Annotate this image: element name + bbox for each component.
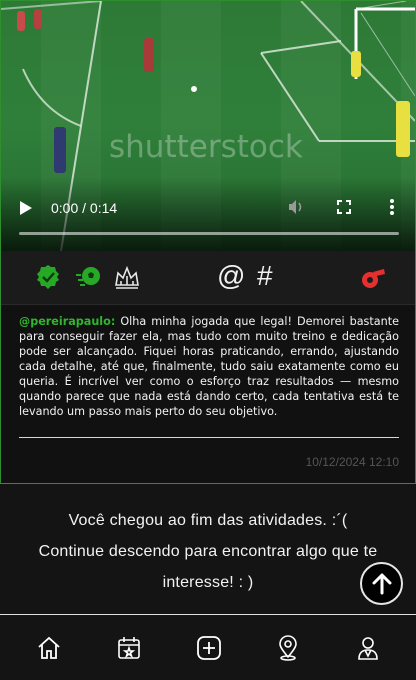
end-of-feed-line-3: interesse! : ) [162,574,254,591]
add-icon[interactable] [196,635,222,661]
post-caption: @pereirapaulo: Olha minha jogada que leg… [19,314,399,419]
end-of-feed-message: Você chegou ao fim das atividades. :´( C… [0,505,416,598]
caption-divider [19,437,399,438]
mention-button[interactable]: @ [217,261,245,291]
bottom-navigation [0,614,416,680]
video-controls: 0:00 / 0:14 [1,177,415,251]
home-icon[interactable] [36,635,62,661]
arrow-up-icon [372,573,391,594]
calendar-icon[interactable] [116,635,142,661]
post-username[interactable]: @pereirapaulo: [19,315,115,328]
video-time: 0:00 / 0:14 [51,200,118,216]
hashtag-button[interactable]: # [257,261,273,291]
post-timestamp: 10/12/2024 12:10 [305,455,399,469]
end-of-feed-line-1: Você chegou ao fim das atividades. :´( [68,512,348,529]
profile-icon[interactable] [355,635,381,661]
crown-icon[interactable] [113,263,141,291]
location-icon[interactable] [275,635,301,661]
end-of-feed-line-2: Continue descendo para encontrar algo qu… [38,543,378,560]
volume-icon[interactable] [286,197,306,217]
video-watermark: shutterstock [109,129,303,165]
soccer-ball-icon[interactable] [75,263,103,291]
more-vertical-icon[interactable] [382,197,402,217]
page: shutterstock 0:00 / 0:14 @ # @pereirapau… [0,0,416,680]
post-action-bar: @ # [1,251,415,305]
post-text: Olha minha jogada que legal! Demorei bas… [19,315,399,418]
video-progress-bar[interactable] [19,232,399,235]
post-card: shutterstock 0:00 / 0:14 @ # @pereirapau… [0,0,416,484]
whistle-icon[interactable] [359,263,387,291]
award-badge-icon[interactable] [34,263,62,291]
scroll-to-top-button[interactable] [360,562,403,605]
fullscreen-icon[interactable] [334,197,354,217]
play-icon[interactable] [19,200,33,216]
video-player[interactable]: shutterstock 0:00 / 0:14 [1,1,415,251]
